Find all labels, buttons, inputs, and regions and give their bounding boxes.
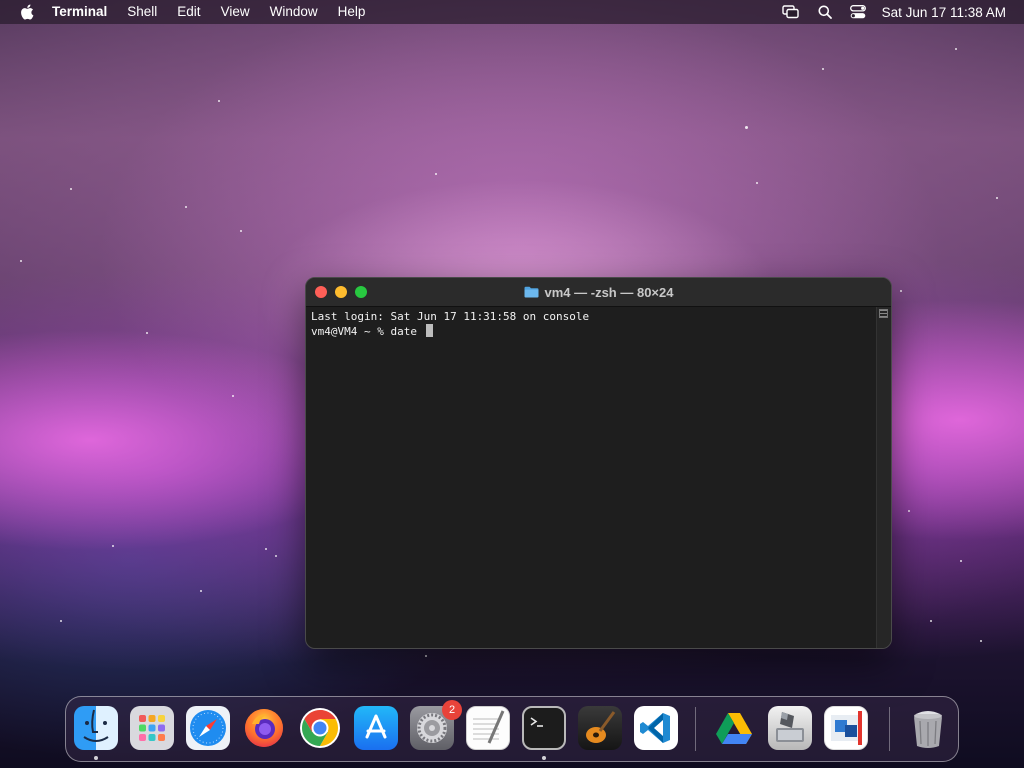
- control-center-icon[interactable]: [849, 5, 866, 19]
- chrome-icon[interactable]: [298, 706, 342, 750]
- screen-mirroring-icon[interactable]: [781, 5, 800, 19]
- star: [185, 206, 187, 208]
- dock-separator: [695, 707, 696, 751]
- app-store-icon[interactable]: [354, 706, 398, 750]
- trash-icon[interactable]: [906, 706, 950, 750]
- running-indicator: [542, 756, 546, 760]
- star: [900, 290, 902, 292]
- star: [435, 173, 437, 175]
- terminal-line: Last login: Sat Jun 17 11:31:58 on conso…: [311, 310, 590, 323]
- star: [112, 545, 114, 547]
- menu-help[interactable]: Help: [338, 0, 366, 24]
- star: [265, 548, 267, 550]
- star: [146, 332, 148, 334]
- menu-bar-clock[interactable]: Sat Jun 17 11:38 AM: [882, 5, 1006, 20]
- menu-edit[interactable]: Edit: [177, 0, 200, 24]
- star: [996, 197, 998, 199]
- desktop-wallpaper: Terminal Shell Edit View Window Help Sat…: [0, 0, 1024, 768]
- star: [240, 230, 242, 232]
- terminal-titlebar[interactable]: vm4 — -zsh — 80×24: [306, 278, 891, 307]
- finder-icon[interactable]: [74, 706, 118, 750]
- terminal-command: vm4@VM4 ~ % date: [311, 325, 424, 338]
- star: [275, 555, 277, 557]
- apple-menu-icon[interactable]: [20, 4, 34, 20]
- terminal-window[interactable]: vm4 — -zsh — 80×24 Last login: Sat Jun 1…: [305, 277, 892, 649]
- scrollbar[interactable]: [876, 307, 891, 648]
- launchpad-icon[interactable]: [130, 706, 174, 750]
- text-cursor: [425, 324, 433, 337]
- menu-app-name[interactable]: Terminal: [52, 0, 107, 24]
- google-drive-icon[interactable]: [712, 706, 756, 750]
- star: [756, 182, 758, 184]
- star: [960, 560, 962, 562]
- terminal-prompt-line: vm4@VM4 ~ % date: [311, 324, 872, 339]
- vscode-icon[interactable]: [634, 706, 678, 750]
- firefox-icon[interactable]: [242, 706, 286, 750]
- star: [232, 395, 234, 397]
- star: [955, 48, 957, 50]
- terminal-title: vm4 — -zsh — 80×24: [306, 278, 891, 306]
- terminal-content[interactable]: Last login: Sat Jun 17 11:31:58 on conso…: [306, 307, 877, 648]
- star: [425, 655, 427, 657]
- safari-icon[interactable]: [186, 706, 230, 750]
- garageband-icon[interactable]: [578, 706, 622, 750]
- textedit-icon[interactable]: [466, 706, 510, 750]
- running-indicator: [94, 756, 98, 760]
- folder-icon: [524, 286, 539, 298]
- star: [745, 126, 748, 129]
- star: [70, 188, 72, 190]
- star: [60, 620, 62, 622]
- star: [822, 68, 824, 70]
- star: [20, 260, 22, 262]
- menu-window[interactable]: Window: [270, 0, 318, 24]
- star: [200, 590, 202, 592]
- star: [908, 510, 910, 512]
- star: [218, 100, 220, 102]
- menu-view[interactable]: View: [221, 0, 250, 24]
- star: [930, 620, 932, 622]
- terminal-icon[interactable]: [522, 706, 566, 750]
- star: [980, 640, 982, 642]
- terminal-title-text: vm4 — -zsh — 80×24: [544, 284, 674, 300]
- spotlight-search-icon[interactable]: [818, 5, 832, 19]
- notification-badge: 2: [442, 700, 462, 720]
- split-pane-icon[interactable]: [879, 309, 888, 318]
- dock-separator: [889, 707, 890, 751]
- menu-shell[interactable]: Shell: [127, 0, 157, 24]
- menu-bar: Terminal Shell Edit View Window Help Sat…: [0, 0, 1024, 24]
- bootcamp-icon[interactable]: [768, 706, 812, 750]
- dock: 2: [65, 696, 959, 762]
- menu-bar-extras: Sat Jun 17 11:38 AM: [764, 0, 1006, 24]
- parallels-icon[interactable]: [824, 706, 868, 750]
- system-preferences-icon[interactable]: 2: [410, 700, 462, 750]
